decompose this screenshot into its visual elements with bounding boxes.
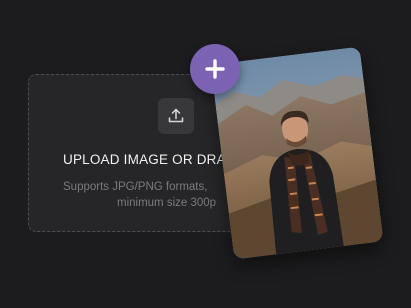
upload-icon[interactable] bbox=[158, 98, 194, 134]
add-image-button[interactable] bbox=[190, 44, 240, 94]
plus-icon bbox=[205, 59, 225, 79]
